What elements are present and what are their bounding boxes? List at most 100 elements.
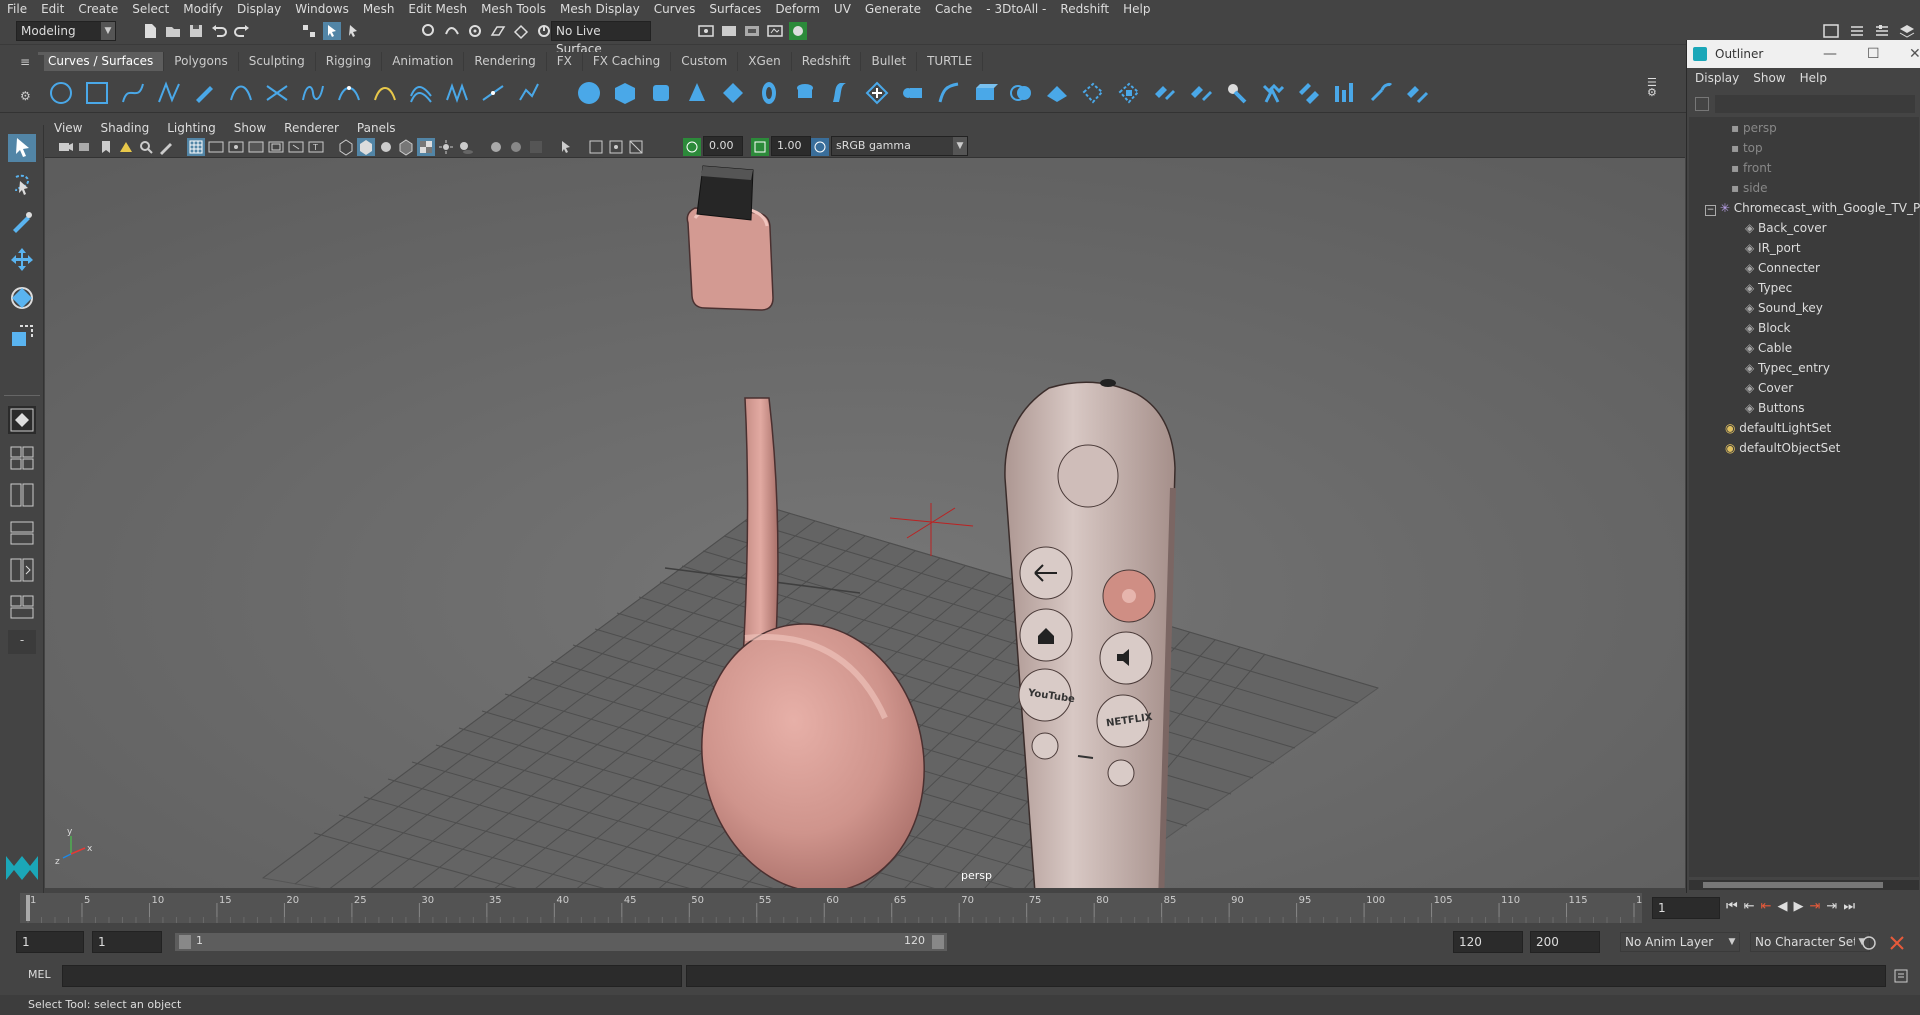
- resolution-gate-icon[interactable]: [227, 138, 245, 156]
- sculpt-geometry-icon[interactable]: [1368, 80, 1394, 106]
- snap-surface-icon[interactable]: [512, 22, 530, 40]
- xray-joints-icon[interactable]: [607, 138, 625, 156]
- playback-end-field[interactable]: 120: [1453, 931, 1523, 953]
- field-chart-icon[interactable]: [267, 138, 285, 156]
- outliner-item-buttons[interactable]: ◈ Buttons: [1745, 398, 1805, 418]
- image-plane-icon[interactable]: [117, 138, 135, 156]
- nurbs-plane-icon[interactable]: [720, 80, 746, 106]
- perspective-viewport[interactable]: YouTube NETFLIX y x z persp: [45, 158, 1685, 888]
- loft-icon[interactable]: [828, 80, 854, 106]
- undo-icon[interactable]: [210, 22, 228, 40]
- outliner-item-typec[interactable]: ◈ Typec: [1745, 278, 1792, 298]
- shelf-tab-xgen[interactable]: XGen: [738, 52, 792, 71]
- google-tv-remote[interactable]: YouTube NETFLIX: [1004, 379, 1176, 888]
- outliner-item-root[interactable]: − ✳ Chromecast_with_Google_TV_Pink: [1705, 198, 1920, 218]
- cv-curve-icon[interactable]: [120, 80, 146, 106]
- single-pane-layout-icon[interactable]: [8, 406, 36, 434]
- collapse-icon[interactable]: −: [1705, 205, 1716, 216]
- command-language-label[interactable]: MEL: [28, 968, 51, 981]
- outliner-item-front[interactable]: ▪ front: [1731, 158, 1772, 178]
- open-close-surface-icon[interactable]: [1224, 80, 1250, 106]
- outliner-menu-show[interactable]: Show: [1753, 68, 1785, 88]
- viewport-menu-renderer[interactable]: Renderer: [275, 121, 348, 135]
- two-pane-side-layout-icon[interactable]: [8, 481, 36, 509]
- select-component-icon[interactable]: [346, 22, 364, 40]
- menu-select[interactable]: Select: [125, 2, 176, 16]
- outliner-menu-help[interactable]: Help: [1800, 68, 1827, 88]
- layout-more-button[interactable]: -: [8, 630, 36, 654]
- toggle-layers-icon[interactable]: [1898, 22, 1916, 40]
- extend-curve-icon[interactable]: [372, 80, 398, 106]
- curve-editing-icon[interactable]: [516, 80, 542, 106]
- menu-surfaces[interactable]: Surfaces: [702, 2, 768, 16]
- mode-dropdown[interactable]: Modeling ▼: [16, 21, 116, 41]
- range-slider[interactable]: 1 120: [175, 933, 947, 951]
- attach-curves-icon[interactable]: [264, 80, 290, 106]
- viewport-menu-shading[interactable]: Shading: [91, 121, 158, 135]
- xray-icon[interactable]: [587, 138, 605, 156]
- bookmarks-icon[interactable]: [97, 138, 115, 156]
- range-start-field[interactable]: 1: [16, 931, 84, 953]
- nurbs-cone-icon[interactable]: [684, 80, 710, 106]
- open-scene-icon[interactable]: [164, 22, 182, 40]
- render-current-frame-icon[interactable]: [720, 22, 738, 40]
- ipr-render-icon[interactable]: [743, 22, 761, 40]
- intersect-icon[interactable]: [1008, 80, 1034, 106]
- maximize-icon[interactable]: ☐: [1867, 40, 1880, 68]
- menu-edit[interactable]: Edit: [34, 2, 71, 16]
- outliner-item-connecter[interactable]: ◈ Connecter: [1745, 258, 1820, 278]
- smooth-shade-icon[interactable]: [357, 138, 375, 156]
- offset-curve-icon[interactable]: [408, 80, 434, 106]
- use-all-lights-icon[interactable]: [437, 138, 455, 156]
- viewport-menu-show[interactable]: Show: [225, 121, 275, 135]
- extend-surface-icon[interactable]: [1296, 80, 1322, 106]
- live-surface-field[interactable]: No Live Surface: [551, 21, 651, 56]
- view-transform-dropdown[interactable]: sRGB gamma ▼: [831, 136, 968, 156]
- nurbs-cube-icon[interactable]: [612, 80, 638, 106]
- color-management-icon[interactable]: [811, 138, 829, 156]
- outliner-horizontal-scrollbar[interactable]: [1689, 880, 1919, 890]
- wireframe-icon[interactable]: [337, 138, 355, 156]
- birail-icon[interactable]: [936, 80, 962, 106]
- minimize-icon[interactable]: —: [1823, 40, 1837, 68]
- redo-icon[interactable]: [233, 22, 251, 40]
- current-time-indicator[interactable]: [26, 895, 30, 921]
- textured-icon[interactable]: [417, 138, 435, 156]
- menu-generate[interactable]: Generate: [858, 2, 928, 16]
- shelf-tab-bullet[interactable]: Bullet: [861, 52, 918, 71]
- menu-curves[interactable]: Curves: [647, 2, 703, 16]
- wireframe-on-shaded-icon[interactable]: [397, 138, 415, 156]
- attach-surfaces-icon[interactable]: [1152, 80, 1178, 106]
- outliner-item-default-light-set[interactable]: ◉ defaultLightSet: [1725, 418, 1831, 438]
- command-input[interactable]: [62, 965, 682, 987]
- insert-knot-icon[interactable]: [336, 80, 362, 106]
- render-settings-icon[interactable]: [766, 22, 784, 40]
- shelf-tab-fx-caching[interactable]: FX Caching: [582, 52, 672, 71]
- snap-grid-icon[interactable]: [420, 22, 438, 40]
- default-material-icon[interactable]: [377, 138, 395, 156]
- menu-help[interactable]: Help: [1116, 2, 1157, 16]
- shadows-icon[interactable]: [457, 138, 475, 156]
- auto-key-icon[interactable]: [1860, 934, 1878, 952]
- menu-mesh-tools[interactable]: Mesh Tools: [474, 2, 553, 16]
- nurbs-torus-icon[interactable]: [756, 80, 782, 106]
- bevel-plus-icon[interactable]: [972, 80, 998, 106]
- ep-curve-icon[interactable]: [156, 80, 182, 106]
- nurbs-square-icon[interactable]: [84, 80, 110, 106]
- outliner-item-cover[interactable]: ◈ Cover: [1745, 378, 1793, 398]
- go-to-start-icon[interactable]: ⏮: [1726, 899, 1744, 914]
- film-gate-icon[interactable]: [207, 138, 225, 156]
- lasso-tool-icon[interactable]: [8, 171, 36, 199]
- exposure-field[interactable]: 0.00: [703, 136, 743, 156]
- revolve-icon[interactable]: [792, 80, 818, 106]
- character-set-dropdown[interactable]: No Character Set ▼: [1750, 932, 1870, 952]
- pencil-curve-icon[interactable]: [192, 80, 218, 106]
- menu-redshift[interactable]: Redshift: [1053, 2, 1116, 16]
- camera-select-icon[interactable]: [57, 138, 75, 156]
- project-curve-icon[interactable]: [1044, 80, 1070, 106]
- planar-icon[interactable]: [864, 80, 890, 106]
- toggle-panel-icon[interactable]: [1822, 22, 1840, 40]
- play-backwards-icon[interactable]: ◀: [1778, 899, 1794, 914]
- step-back-key-icon[interactable]: ⇤: [1744, 899, 1761, 914]
- render-view-icon[interactable]: [697, 22, 715, 40]
